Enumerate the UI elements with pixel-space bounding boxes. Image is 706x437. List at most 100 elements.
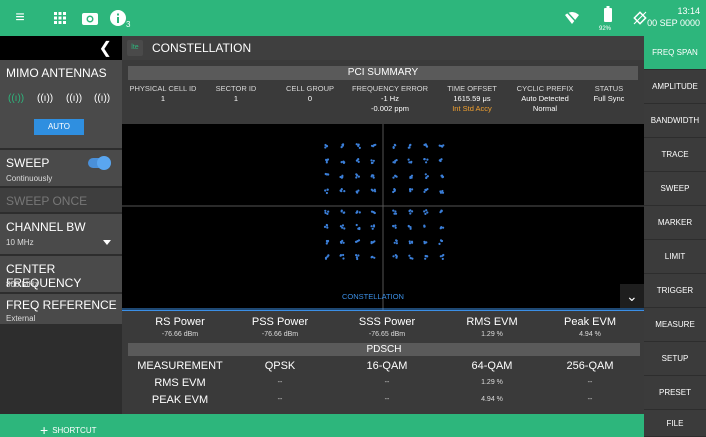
rms-evm-16qam: -- xyxy=(384,379,390,386)
constellation-point xyxy=(340,241,343,244)
constellation-plot[interactable]: CONSTELLATION ⌄ xyxy=(122,124,644,310)
menu-preset[interactable]: PRESET xyxy=(644,376,706,410)
lte-logo-icon: lte xyxy=(127,40,143,56)
pci-col-frequency-error: FREQUENCY ERROR -1 Hz -0.002 ppm xyxy=(348,84,432,114)
constellation-point xyxy=(439,191,443,194)
constellation-point xyxy=(439,159,442,162)
chevron-left-icon: ❮ xyxy=(98,40,112,57)
constellation-point xyxy=(358,211,361,214)
constellation-point xyxy=(426,175,429,178)
pci-label: CYCLIC PREFIX xyxy=(516,84,574,93)
constellation-point xyxy=(324,211,327,214)
constellation-point xyxy=(424,173,427,176)
channel-bw-dropdown[interactable]: CHANNEL BW 10 MHz xyxy=(0,214,122,256)
pci-value: 0 xyxy=(307,94,313,103)
constellation-point xyxy=(392,255,395,258)
antenna-3-icon[interactable]: ((ı)) xyxy=(66,93,82,104)
center-frequency-value: 806 MHz xyxy=(6,280,39,289)
constellation-point xyxy=(395,239,398,242)
info-icon[interactable] xyxy=(108,8,128,28)
right-menu: FREQ SPAN AMPLITUDE BANDWIDTH TRACE SWEE… xyxy=(644,36,706,437)
constellation-point xyxy=(408,242,412,245)
constellation-point xyxy=(355,159,358,162)
center-frequency-block[interactable]: CENTER FREQUENCY 806 MHz xyxy=(0,256,122,294)
constellation-point xyxy=(343,227,346,230)
pdsch-title: PDSCH xyxy=(128,343,640,356)
clock: 13:14 00 SEP 0000 xyxy=(647,5,700,29)
sweep-block[interactable]: SWEEP Continuously xyxy=(0,150,122,188)
top-bar: ≡ 3 92% 13:14 00 SEP 0000 xyxy=(0,0,706,36)
grid-apps-icon[interactable] xyxy=(50,8,70,28)
constellation-point xyxy=(355,173,358,176)
constellation-point xyxy=(370,242,373,245)
freq-reference-block[interactable]: FREQ REFERENCE External xyxy=(0,294,122,326)
constellation-point xyxy=(340,161,343,164)
rms-evm-label: RMS EVM xyxy=(466,316,518,328)
constellation-point xyxy=(409,227,412,230)
menu-sweep[interactable]: SWEEP xyxy=(644,172,706,206)
camera-icon[interactable] xyxy=(80,8,100,28)
expand-results-button[interactable]: ⌄ xyxy=(620,284,644,308)
sweep-title: SWEEP xyxy=(6,156,50,170)
menu-amplitude[interactable]: AMPLITUDE xyxy=(644,70,706,104)
rs-power-value: -76.66 dBm xyxy=(161,331,199,338)
constellation-point xyxy=(395,175,398,178)
toggle-knob xyxy=(97,156,111,170)
plot-label: CONSTELLATION xyxy=(342,292,404,301)
menu-trace[interactable]: TRACE xyxy=(644,138,706,172)
sweep-mode: Continuously xyxy=(6,174,53,183)
constellation-point xyxy=(425,161,428,164)
constellation-point xyxy=(355,256,358,259)
sweep-once-button[interactable]: SWEEP ONCE xyxy=(0,188,122,214)
menu-measure[interactable]: MEASURE xyxy=(644,308,706,342)
constellation-point xyxy=(425,145,429,148)
menu-setup[interactable]: SETUP xyxy=(644,342,706,376)
collapse-panel-button[interactable]: ❮ xyxy=(0,36,122,60)
pci-label: STATUS xyxy=(594,84,624,93)
sweep-toggle[interactable] xyxy=(88,156,111,170)
shortcut-button[interactable]: + SHORTCUT xyxy=(40,420,96,437)
constellation-point xyxy=(343,190,346,193)
constellation-point xyxy=(440,239,444,243)
menu-marker[interactable]: MARKER xyxy=(644,206,706,240)
menu-trigger[interactable]: TRIGGER xyxy=(644,274,706,308)
measurement-header: lte CONSTELLATION xyxy=(122,36,644,60)
pci-summary: PCI SUMMARY PHYSICAL CELL ID 1 SECTOR ID… xyxy=(122,60,644,124)
constellation-point xyxy=(441,254,444,257)
constellation-point xyxy=(392,161,395,164)
constellation-point xyxy=(394,254,397,257)
constellation-point xyxy=(408,254,411,257)
menu-bandwidth[interactable]: BANDWIDTH xyxy=(644,104,706,138)
left-panel: ❮ MIMO ANTENNAS ((ı)) ((ı)) ((ı)) ((ı)) … xyxy=(0,36,122,414)
constellation-point xyxy=(370,161,373,165)
constellation-point xyxy=(423,158,426,161)
constellation-point xyxy=(342,160,345,163)
constellation-point xyxy=(441,257,444,260)
menu-file[interactable]: FILE xyxy=(644,410,706,437)
auto-button[interactable]: AUTO xyxy=(34,119,84,135)
antenna-4-icon[interactable]: ((ı)) xyxy=(94,93,110,104)
battery-percent: 92% xyxy=(599,26,612,32)
constellation-point xyxy=(372,174,375,177)
peak-evm-row-label: PEAK EVM xyxy=(151,394,209,406)
menu-limit[interactable]: LIMIT xyxy=(644,240,706,274)
antenna-1-icon[interactable]: ((ı)) xyxy=(8,93,24,104)
constellation-point xyxy=(392,176,395,179)
constellation-point xyxy=(325,158,328,161)
sweep-once-label: SWEEP ONCE xyxy=(6,194,88,208)
constellation-point xyxy=(356,191,359,194)
pci-summary-title: PCI SUMMARY xyxy=(128,66,638,80)
info-sub-index: 3 xyxy=(126,20,131,29)
hamburger-menu-icon[interactable]: ≡ xyxy=(10,8,30,28)
constellation-point xyxy=(408,209,411,213)
constellation-point xyxy=(339,189,342,192)
constellation-point xyxy=(327,210,330,213)
peak-evm-label: Peak EVM xyxy=(564,316,616,328)
constellation-point xyxy=(327,254,330,257)
pci-col-sector-id: SECTOR ID 1 xyxy=(204,84,268,104)
constellation-point xyxy=(373,144,376,147)
menu-freq-span[interactable]: FREQ SPAN xyxy=(644,36,706,70)
pci-value: Auto Detected xyxy=(521,94,569,103)
antenna-2-icon[interactable]: ((ı)) xyxy=(37,93,53,104)
constellation-svg xyxy=(122,124,644,310)
